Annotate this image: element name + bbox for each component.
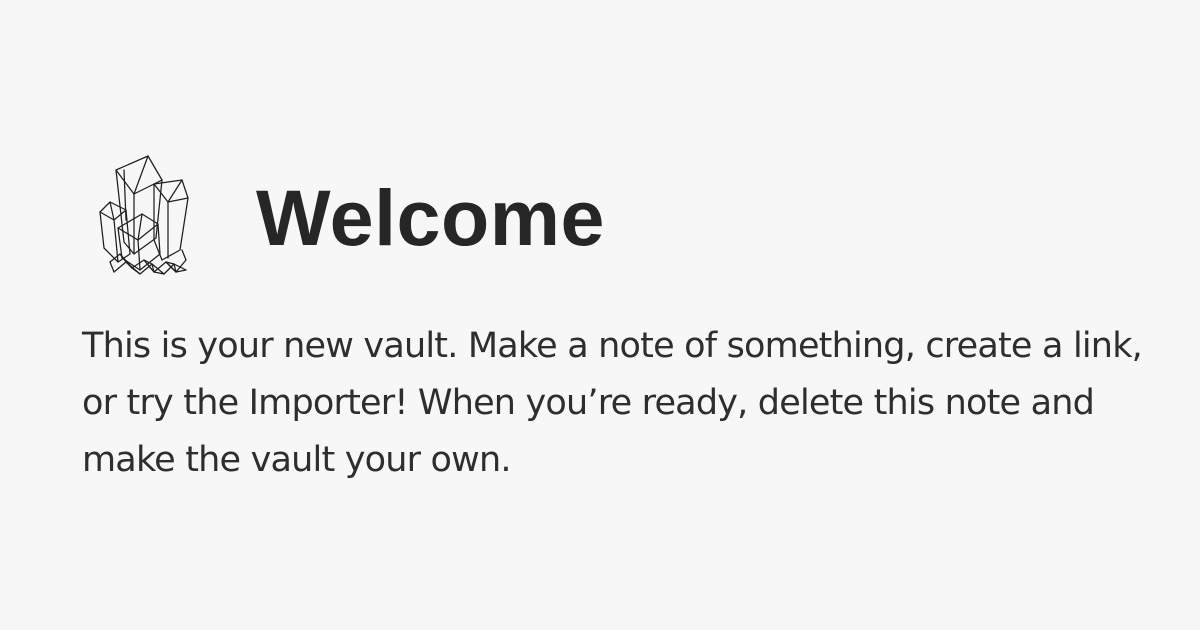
crystal-icon <box>96 150 196 280</box>
note-header: Welcome <box>96 150 736 280</box>
intro-paragraph: This is your new vault. Make a note of s… <box>82 326 1143 480</box>
page-title: Welcome <box>256 173 605 262</box>
welcome-note: Welcome This is your new vault. Make a n… <box>0 0 1200 630</box>
